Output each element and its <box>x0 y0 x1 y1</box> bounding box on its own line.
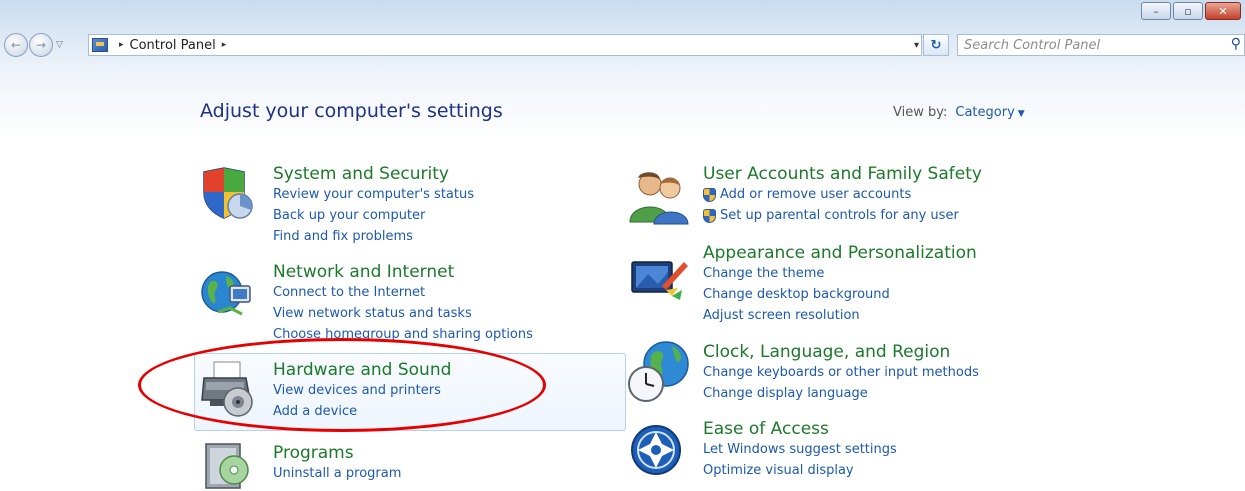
programs-link[interactable]: Programs <box>273 443 401 463</box>
review-status-link[interactable]: Review your computer's status <box>273 184 474 205</box>
recent-pages-dropdown[interactable]: ▽ <box>56 40 63 50</box>
programs-icon <box>205 443 249 489</box>
parental-controls-label: Set up parental controls for any user <box>720 208 959 223</box>
forward-button[interactable]: → <box>29 33 53 57</box>
clock-globe-icon <box>628 341 689 402</box>
parental-controls-link[interactable]: Set up parental controls for any user <box>703 205 982 226</box>
uac-shield-icon <box>703 187 716 202</box>
view-by-label: View by: <box>893 105 948 120</box>
fix-problems-link[interactable]: Find and fix problems <box>273 226 474 247</box>
user-accounts-link[interactable]: User Accounts and Family Safety <box>703 164 982 184</box>
connect-internet-link[interactable]: Connect to the Internet <box>273 282 533 303</box>
users-icon <box>629 172 689 225</box>
desktop-background-link[interactable]: Change desktop background <box>703 284 977 305</box>
globe-network-icon <box>201 271 251 316</box>
category-clock-region: Clock, Language, and Region Change keybo… <box>703 342 979 404</box>
search-input[interactable]: Search Control Panel ⚲ <box>957 34 1245 56</box>
control-panel-icon <box>92 38 108 52</box>
system-security-link[interactable]: System and Security <box>273 164 474 184</box>
category-user-accounts: User Accounts and Family Safety Add or r… <box>703 164 982 226</box>
page-title: Adjust your computer's settings <box>200 100 503 122</box>
display-language-link[interactable]: Change display language <box>703 383 979 404</box>
backup-link[interactable]: Back up your computer <box>273 205 474 226</box>
shield-icon <box>203 167 253 219</box>
category-appearance: Appearance and Personalization Change th… <box>703 243 977 326</box>
network-status-link[interactable]: View network status and tasks <box>273 303 533 324</box>
category-programs: Programs Uninstall a program <box>273 443 401 484</box>
minimize-button[interactable]: – <box>1141 2 1171 20</box>
navigation-buttons: ← → ▽ <box>4 33 66 57</box>
close-button[interactable]: ✕ <box>1205 2 1241 20</box>
search-icon[interactable]: ⚲ <box>1231 36 1241 52</box>
uninstall-program-link[interactable]: Uninstall a program <box>273 463 401 484</box>
add-remove-accounts-link[interactable]: Add or remove user accounts <box>703 184 982 205</box>
optimize-display-link[interactable]: Optimize visual display <box>703 460 897 481</box>
add-remove-accounts-label: Add or remove user accounts <box>720 187 912 202</box>
maximize-button[interactable]: ▫ <box>1173 2 1203 20</box>
breadcrumb-control-panel[interactable]: Control Panel <box>130 38 216 53</box>
ease-of-access-icon <box>631 425 681 475</box>
appearance-icon <box>631 261 688 300</box>
search-placeholder: Search Control Panel <box>964 37 1101 53</box>
window-controls: – ▫ ✕ <box>1139 2 1241 20</box>
refresh-button[interactable]: ↻ <box>923 34 949 56</box>
red-annotation-ellipse <box>138 338 546 432</box>
network-internet-link[interactable]: Network and Internet <box>273 262 533 282</box>
window-chrome-background <box>0 0 1245 140</box>
clock-region-link[interactable]: Clock, Language, and Region <box>703 342 979 362</box>
crumb-arrow-icon[interactable]: ▸ <box>222 40 227 50</box>
address-bar[interactable]: ▸ Control Panel ▸ ▾ <box>88 34 922 56</box>
change-theme-link[interactable]: Change the theme <box>703 263 977 284</box>
uac-shield-icon <box>703 208 716 223</box>
screen-resolution-link[interactable]: Adjust screen resolution <box>703 305 977 326</box>
category-system-security: System and Security Review your computer… <box>273 164 474 247</box>
appearance-link[interactable]: Appearance and Personalization <box>703 243 977 263</box>
chevron-down-icon[interactable]: ▼ <box>1018 109 1025 119</box>
crumb-arrow-icon[interactable]: ▸ <box>119 40 124 50</box>
ease-access-link[interactable]: Ease of Access <box>703 419 897 439</box>
address-dropdown-icon[interactable]: ▾ <box>914 35 919 55</box>
view-by-dropdown[interactable]: Category <box>955 105 1014 120</box>
back-button[interactable]: ← <box>4 33 28 57</box>
category-ease-access: Ease of Access Let Windows suggest setti… <box>703 419 897 481</box>
suggest-settings-link[interactable]: Let Windows suggest settings <box>703 439 897 460</box>
change-keyboards-link[interactable]: Change keyboards or other input methods <box>703 362 979 383</box>
category-network-internet: Network and Internet Connect to the Inte… <box>273 262 533 345</box>
view-by-control: View by: Category ▼ <box>893 105 1025 120</box>
